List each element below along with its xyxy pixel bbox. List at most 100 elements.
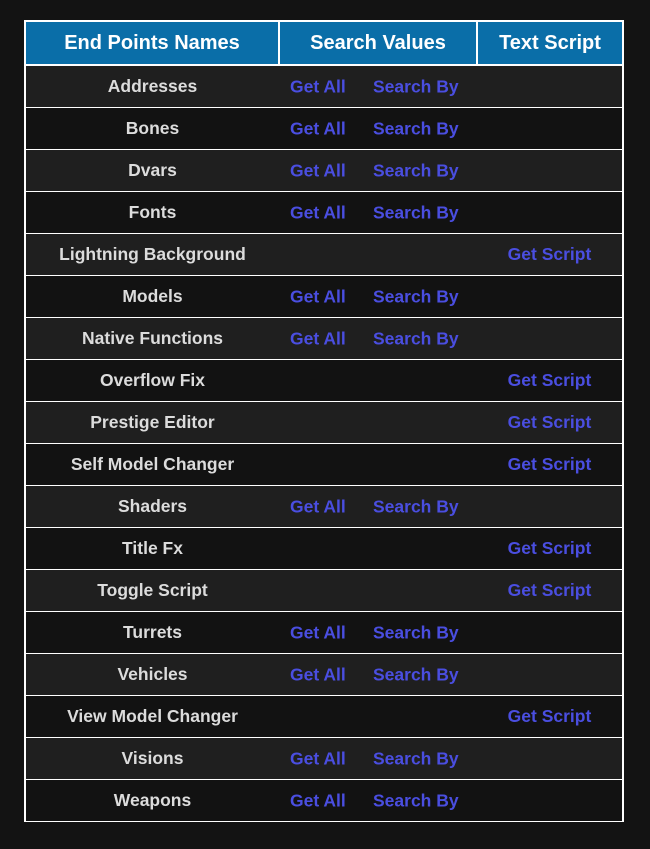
column-header-endpoint-names: End Points Names: [26, 22, 280, 66]
get-all-link[interactable]: Get All: [290, 118, 346, 139]
search-by-link[interactable]: Search By: [373, 202, 459, 223]
table-row: Self Model Changer Get Script: [26, 443, 622, 486]
get-script-link[interactable]: Get Script: [508, 412, 592, 432]
endpoint-name: Turrets: [26, 611, 279, 654]
endpoints-table-container: End Points Names Search Values Text Scri…: [24, 20, 624, 822]
get-all-link[interactable]: Get All: [290, 622, 346, 643]
endpoint-name: Lightning Background: [26, 233, 279, 276]
endpoint-name: View Model Changer: [26, 695, 279, 738]
get-all-link[interactable]: Get All: [290, 328, 346, 349]
table-row: Turrets Get All Search By: [26, 611, 622, 654]
search-values-cell: Get All Search By: [279, 317, 477, 360]
column-header-search-values: Search Values: [279, 22, 478, 66]
text-script-cell: [477, 611, 622, 654]
get-script-link[interactable]: Get Script: [508, 580, 592, 600]
get-all-link[interactable]: Get All: [290, 748, 346, 769]
column-header-text-script: Text Script: [477, 22, 622, 66]
text-script-cell: Get Script: [477, 233, 622, 276]
search-by-link[interactable]: Search By: [373, 328, 459, 349]
search-values-cell: Get All Search By: [279, 275, 477, 318]
text-script-cell: [477, 653, 622, 696]
table-row: Overflow Fix Get Script: [26, 359, 622, 402]
table-body: Addresses Get All Search By Bones Get All Sea…: [26, 65, 622, 821]
get-all-link[interactable]: Get All: [290, 160, 346, 181]
table-row: Fonts Get All Search By: [26, 191, 622, 234]
text-script-cell: [477, 779, 622, 821]
text-script-cell: Get Script: [477, 527, 622, 570]
search-values-cell: Get All Search By: [279, 653, 477, 696]
search-values-cell: Get All Search By: [279, 779, 477, 821]
search-by-link[interactable]: Search By: [373, 622, 459, 643]
table-row: Models Get All Search By: [26, 275, 622, 318]
table-row: Visions Get All Search By: [26, 737, 622, 780]
get-script-link[interactable]: Get Script: [508, 538, 592, 558]
endpoint-name: Visions: [26, 737, 279, 780]
search-values-cell: Get All Search By: [279, 191, 477, 234]
text-script-cell: [477, 149, 622, 192]
get-script-link[interactable]: Get Script: [508, 370, 592, 390]
search-by-link[interactable]: Search By: [373, 748, 459, 769]
table-row: Title Fx Get Script: [26, 527, 622, 570]
search-values-cell: Get All Search By: [279, 107, 477, 150]
endpoint-name: Self Model Changer: [26, 443, 279, 486]
search-values-cell: Get All Search By: [279, 65, 477, 108]
search-values-cell: [279, 401, 477, 444]
endpoint-name: Dvars: [26, 149, 279, 192]
table-row: Toggle Script Get Script: [26, 569, 622, 612]
search-values-cell: Get All Search By: [279, 737, 477, 780]
get-all-link[interactable]: Get All: [290, 790, 346, 811]
search-by-link[interactable]: Search By: [373, 664, 459, 685]
get-all-link[interactable]: Get All: [290, 496, 346, 517]
endpoint-name: Prestige Editor: [26, 401, 279, 444]
endpoint-name: Native Functions: [26, 317, 279, 360]
search-values-cell: Get All Search By: [279, 611, 477, 654]
search-values-cell: [279, 695, 477, 738]
table-row: Native Functions Get All Search By: [26, 317, 622, 360]
search-values-cell: Get All Search By: [279, 485, 477, 528]
table-row: Addresses Get All Search By: [26, 65, 622, 108]
get-script-link[interactable]: Get Script: [508, 454, 592, 474]
endpoints-table: End Points Names Search Values Text Scri…: [26, 22, 622, 821]
search-values-cell: [279, 359, 477, 402]
endpoint-name: Bones: [26, 107, 279, 150]
search-by-link[interactable]: Search By: [373, 118, 459, 139]
table-header-row: End Points Names Search Values Text Scri…: [26, 22, 622, 66]
get-all-link[interactable]: Get All: [290, 76, 346, 97]
get-all-link[interactable]: Get All: [290, 202, 346, 223]
get-script-link[interactable]: Get Script: [508, 706, 592, 726]
text-script-cell: Get Script: [477, 401, 622, 444]
table-row: Vehicles Get All Search By: [26, 653, 622, 696]
endpoint-name: Fonts: [26, 191, 279, 234]
text-script-cell: [477, 485, 622, 528]
search-values-cell: [279, 443, 477, 486]
get-all-link[interactable]: Get All: [290, 664, 346, 685]
table-row: Prestige Editor Get Script: [26, 401, 622, 444]
text-script-cell: Get Script: [477, 443, 622, 486]
search-values-cell: Get All Search By: [279, 149, 477, 192]
search-by-link[interactable]: Search By: [373, 496, 459, 517]
search-by-link[interactable]: Search By: [373, 286, 459, 307]
search-by-link[interactable]: Search By: [373, 160, 459, 181]
table-row: Weapons Get All Search By: [26, 779, 622, 821]
table-row: Shaders Get All Search By: [26, 485, 622, 528]
text-script-cell: [477, 65, 622, 108]
text-script-cell: [477, 107, 622, 150]
endpoint-name: Toggle Script: [26, 569, 279, 612]
text-script-cell: Get Script: [477, 695, 622, 738]
search-values-cell: [279, 569, 477, 612]
table-row: Dvars Get All Search By: [26, 149, 622, 192]
text-script-cell: Get Script: [477, 359, 622, 402]
search-by-link[interactable]: Search By: [373, 790, 459, 811]
table-row: Bones Get All Search By: [26, 107, 622, 150]
text-script-cell: [477, 317, 622, 360]
table-row: Lightning Background Get Script: [26, 233, 622, 276]
search-values-cell: [279, 527, 477, 570]
endpoint-name: Weapons: [26, 779, 279, 821]
text-script-cell: [477, 737, 622, 780]
get-script-link[interactable]: Get Script: [508, 244, 592, 264]
get-all-link[interactable]: Get All: [290, 286, 346, 307]
search-by-link[interactable]: Search By: [373, 76, 459, 97]
endpoint-name: Vehicles: [26, 653, 279, 696]
endpoint-name: Shaders: [26, 485, 279, 528]
endpoint-name: Overflow Fix: [26, 359, 279, 402]
